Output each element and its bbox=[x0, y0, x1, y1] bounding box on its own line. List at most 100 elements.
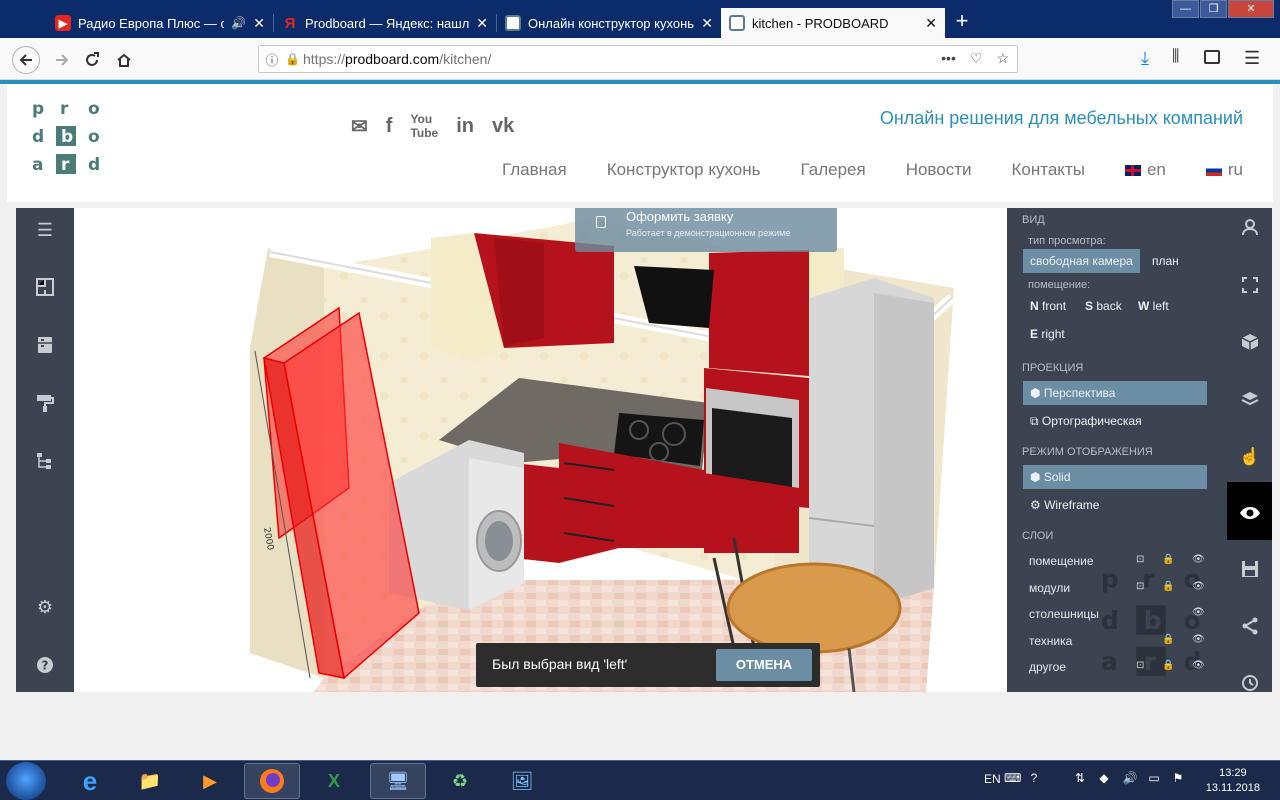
network-tray-icon[interactable]: ⇅ bbox=[1072, 771, 1088, 787]
eye-icon[interactable]: 👁 bbox=[1192, 581, 1205, 592]
view-back-button[interactable]: S back bbox=[1078, 294, 1129, 318]
recycle-icon[interactable]: ♻ bbox=[432, 763, 488, 799]
eye-icon[interactable]: 👁 bbox=[1192, 660, 1205, 671]
view-right-button[interactable]: E right bbox=[1023, 322, 1072, 346]
paint-roller-icon[interactable] bbox=[35, 393, 55, 413]
library-icon[interactable]: ⫼ bbox=[1172, 48, 1179, 66]
ie-icon[interactable]: e bbox=[62, 763, 118, 799]
fullscreen-icon[interactable] bbox=[1239, 274, 1261, 296]
downloads-icon[interactable]: ⤓ bbox=[1141, 48, 1149, 69]
photos-icon[interactable]: 🖼 bbox=[494, 763, 550, 799]
view-left-button[interactable]: W left bbox=[1131, 294, 1176, 318]
user-icon[interactable] bbox=[1239, 216, 1261, 238]
nav-contacts[interactable]: Контакты bbox=[1012, 160, 1085, 180]
eye-icon[interactable]: 👁 bbox=[1192, 634, 1205, 645]
undo-button[interactable]: ОТМЕНА bbox=[716, 649, 812, 681]
layer-info-icon[interactable]: ⊡ bbox=[1136, 581, 1144, 592]
email-icon[interactable]: ✉ bbox=[351, 114, 368, 139]
tree-structure-icon[interactable] bbox=[35, 451, 55, 471]
app-tray-icon[interactable]: ◆ bbox=[1096, 771, 1112, 787]
firefox-icon[interactable] bbox=[244, 763, 300, 799]
order-request-button[interactable]: Оформить заявку Работает в демонстрацион… bbox=[575, 208, 837, 252]
save-icon[interactable] bbox=[1239, 558, 1261, 580]
bookmark-star-icon[interactable]: ☆ bbox=[996, 50, 1009, 67]
menu-icon[interactable]: ☰ bbox=[35, 220, 55, 240]
info-icon[interactable]: ⓘ bbox=[259, 50, 285, 69]
gear-icon[interactable]: ⚙ bbox=[35, 597, 55, 617]
lang-en[interactable]: en bbox=[1124, 160, 1166, 180]
lang-ru[interactable]: ru bbox=[1205, 160, 1243, 180]
nav-news[interactable]: Новости bbox=[906, 160, 972, 180]
sidebar-toggle-icon[interactable] bbox=[1204, 50, 1220, 64]
floorplan-icon[interactable] bbox=[35, 277, 55, 297]
view-free-camera-button[interactable]: свободная камера bbox=[1023, 249, 1140, 273]
keyboard-icon[interactable]: ⌨ bbox=[1004, 771, 1021, 787]
wireframe-button[interactable]: ⚙ Wireframe bbox=[1023, 493, 1106, 517]
page-actions-icon[interactable]: ••• bbox=[941, 50, 956, 67]
media-player-icon[interactable]: ▶ bbox=[182, 763, 238, 799]
remote-desktop-icon[interactable]: 🖥 bbox=[370, 763, 426, 799]
new-tab-button[interactable]: + bbox=[950, 10, 974, 34]
input-language[interactable]: EN bbox=[984, 772, 1001, 786]
layer-info-icon[interactable]: ⊡ bbox=[1136, 554, 1144, 565]
close-icon[interactable]: ✕ bbox=[253, 15, 265, 32]
hamburger-menu-icon[interactable]: ☰ bbox=[1244, 48, 1260, 69]
tab-online-constructor[interactable]: Онлайн конструктор кухонь | ✕ bbox=[497, 8, 721, 38]
home-button[interactable] bbox=[110, 46, 138, 74]
flag-tray-icon[interactable]: ⚑ bbox=[1170, 771, 1186, 787]
volume-icon[interactable]: 🔊 bbox=[1122, 771, 1138, 787]
tab-kitchen-prodboard[interactable]: kitchen - PRODBOARD ✕ bbox=[721, 8, 945, 38]
nav-home[interactable]: Главная bbox=[502, 160, 567, 180]
vk-icon[interactable]: vk bbox=[492, 115, 514, 138]
forward-button[interactable] bbox=[48, 46, 76, 74]
perspective-button[interactable]: ⬢ Перспектива bbox=[1023, 381, 1207, 405]
lock-icon[interactable]: 🔒 bbox=[1162, 554, 1174, 565]
close-icon[interactable]: ✕ bbox=[476, 15, 488, 32]
prodboard-logo[interactable]: pro dbo ard bbox=[28, 98, 108, 178]
system-clock[interactable]: 13:29 13.11.2018 bbox=[1206, 766, 1260, 796]
close-icon[interactable]: ✕ bbox=[701, 15, 713, 32]
lock-icon[interactable]: 🔒 bbox=[1162, 581, 1174, 592]
orthographic-button[interactable]: ⧉ Ортографическая bbox=[1023, 409, 1149, 433]
view-plan-button[interactable]: план bbox=[1145, 249, 1186, 273]
kitchen-render[interactable]: 2000 bbox=[74, 208, 1007, 692]
close-window-button[interactable]: ✕ bbox=[1228, 0, 1274, 18]
tab-europa-plus[interactable]: ▶ Радио Европа Плюс — слу 🔊 ✕ bbox=[47, 8, 273, 38]
touch-icon[interactable]: ☝ bbox=[1239, 446, 1261, 468]
layers-icon[interactable] bbox=[1239, 388, 1261, 410]
cabinet-icon[interactable] bbox=[35, 335, 55, 355]
3d-cube-icon[interactable] bbox=[1239, 331, 1261, 353]
pocket-icon[interactable]: ♡ bbox=[970, 50, 983, 67]
linkedin-icon[interactable]: in bbox=[456, 115, 474, 138]
facebook-icon[interactable]: f bbox=[386, 115, 393, 138]
lock-icon[interactable]: 🔒 bbox=[1162, 634, 1174, 645]
lock-icon[interactable]: 🔒 bbox=[1162, 660, 1174, 671]
maximize-button[interactable]: ❐ bbox=[1200, 0, 1227, 18]
reload-button[interactable] bbox=[78, 46, 106, 74]
eye-icon[interactable] bbox=[1239, 502, 1261, 524]
help-tray-icon[interactable]: ? bbox=[1026, 771, 1042, 787]
solid-button[interactable]: ⬢ Solid bbox=[1023, 465, 1207, 489]
eye-icon[interactable]: 👁 bbox=[1192, 554, 1205, 565]
share-icon[interactable] bbox=[1239, 615, 1261, 637]
eye-icon[interactable]: 👁 bbox=[1192, 607, 1205, 618]
history-icon[interactable] bbox=[1239, 672, 1261, 694]
layer-info-icon[interactable]: ⊡ bbox=[1136, 660, 1144, 671]
explorer-icon[interactable]: 📁 bbox=[122, 763, 178, 799]
start-button[interactable] bbox=[6, 762, 46, 800]
nav-gallery[interactable]: Галерея bbox=[801, 160, 866, 180]
display-icon[interactable]: ▭ bbox=[1146, 771, 1162, 787]
back-button[interactable] bbox=[12, 46, 40, 74]
view-front-button[interactable]: N front bbox=[1023, 294, 1073, 318]
speaker-icon[interactable]: 🔊 bbox=[231, 16, 246, 30]
help-icon[interactable]: ? bbox=[35, 655, 55, 675]
3d-viewport[interactable]: 2000 Оформить заявку Работает в демонстр… bbox=[74, 208, 1007, 692]
address-bar[interactable]: ⓘ 🔒 https://prodboard.com/kitchen/ ••• ♡… bbox=[258, 45, 1018, 73]
tab-yandex[interactable]: Я Prodboard — Яндекс: нашлос ✕ bbox=[274, 8, 496, 38]
minimize-button[interactable]: — bbox=[1172, 0, 1199, 18]
nav-kitchen-constructor[interactable]: Конструктор кухонь bbox=[607, 160, 761, 180]
excel-icon[interactable]: X bbox=[306, 763, 362, 799]
youtube-icon[interactable]: You Tube bbox=[410, 112, 438, 140]
close-icon[interactable]: ✕ bbox=[925, 15, 937, 32]
lock-icon[interactable]: 🔒 bbox=[285, 52, 303, 66]
